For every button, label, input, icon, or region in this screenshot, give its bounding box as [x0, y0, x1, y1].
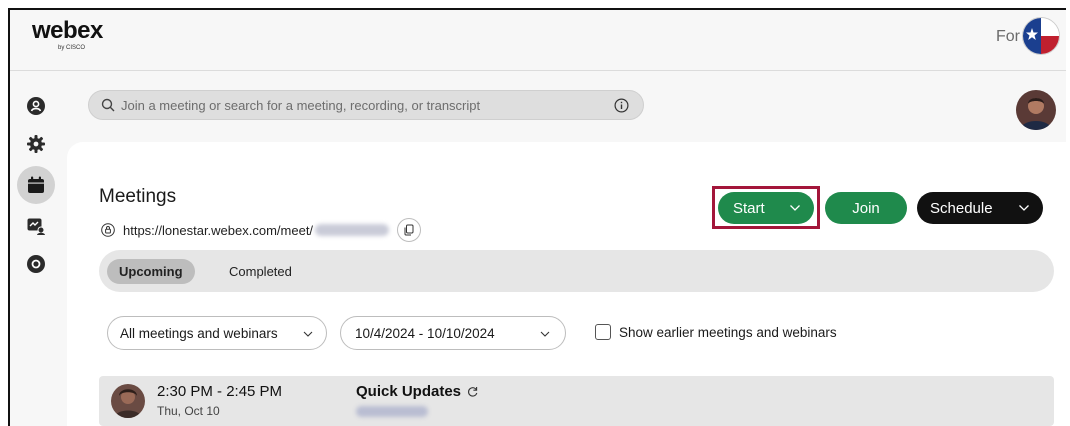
date-range-dropdown[interactable]: 10/4/2024 - 10/10/2024 [340, 316, 566, 350]
meetings-panel: Meetings https://lonestar.webex.com/meet… [67, 142, 1066, 426]
meeting-title[interactable]: Quick Updates [356, 383, 479, 400]
webex-logo: webex by CISCO [32, 17, 103, 52]
chevron-down-icon[interactable] [1017, 201, 1031, 215]
personal-room-link[interactable]: https://lonestar.webex.com/meet/ [101, 218, 422, 242]
profile-avatar[interactable] [1016, 90, 1056, 130]
copy-icon [404, 224, 414, 236]
join-button[interactable]: Join [825, 192, 907, 224]
top-bar: webex by CISCO For [10, 10, 1066, 71]
personal-room-url: https://lonestar.webex.com/meet/ [123, 222, 314, 238]
gear-icon [27, 135, 45, 153]
search-input[interactable]: Join a meeting or search for a meeting, … [88, 90, 644, 120]
host-avatar [111, 384, 145, 418]
recurring-icon [468, 387, 478, 397]
show-earlier-toggle[interactable]: Show earlier meetings and webinars [595, 324, 837, 340]
app-window: webex by CISCO For Join a meeting or sea… [8, 8, 1066, 426]
meeting-list-item[interactable]: 2:30 PM - 2:45 PM Thu, Oct 10 Quick Upda… [99, 376, 1054, 426]
sidebar-item-contacts[interactable] [20, 90, 52, 122]
copy-link-button[interactable] [397, 218, 422, 242]
page-title: Meetings [99, 186, 177, 207]
lock-icon [101, 223, 115, 237]
search-icon [101, 98, 115, 112]
show-earlier-checkbox[interactable] [595, 324, 611, 340]
sidebar [10, 70, 66, 426]
sidebar-item-settings[interactable] [20, 128, 52, 160]
meeting-tabs: Upcoming Completed [99, 250, 1054, 292]
tab-upcoming[interactable]: Upcoming [107, 259, 195, 284]
info-icon[interactable] [614, 98, 629, 113]
redacted-username [315, 224, 390, 236]
search-placeholder: Join a meeting or search for a meeting, … [121, 98, 481, 113]
chevron-down-icon [303, 331, 313, 337]
chevron-down-icon [540, 331, 550, 337]
meeting-date: Thu, Oct 10 [157, 404, 220, 418]
user-name: For [996, 28, 1020, 45]
show-earlier-label: Show earlier meetings and webinars [619, 324, 837, 340]
contacts-icon [27, 97, 45, 115]
sidebar-item-meetings[interactable] [17, 166, 55, 204]
tab-completed[interactable]: Completed [217, 259, 304, 284]
meeting-type-dropdown[interactable]: All meetings and webinars [107, 316, 327, 350]
whiteboard-icon [27, 218, 45, 235]
calendar-icon [28, 176, 44, 193]
record-icon [27, 255, 45, 273]
schedule-button[interactable]: Schedule [917, 192, 1043, 224]
org-avatar[interactable] [1022, 17, 1060, 55]
sidebar-item-recordings[interactable] [20, 248, 52, 280]
meeting-time: 2:30 PM - 2:45 PM [157, 383, 283, 400]
sidebar-item-whiteboard[interactable] [20, 210, 52, 242]
redacted-host-name [356, 406, 428, 417]
start-button-highlight [712, 186, 820, 229]
